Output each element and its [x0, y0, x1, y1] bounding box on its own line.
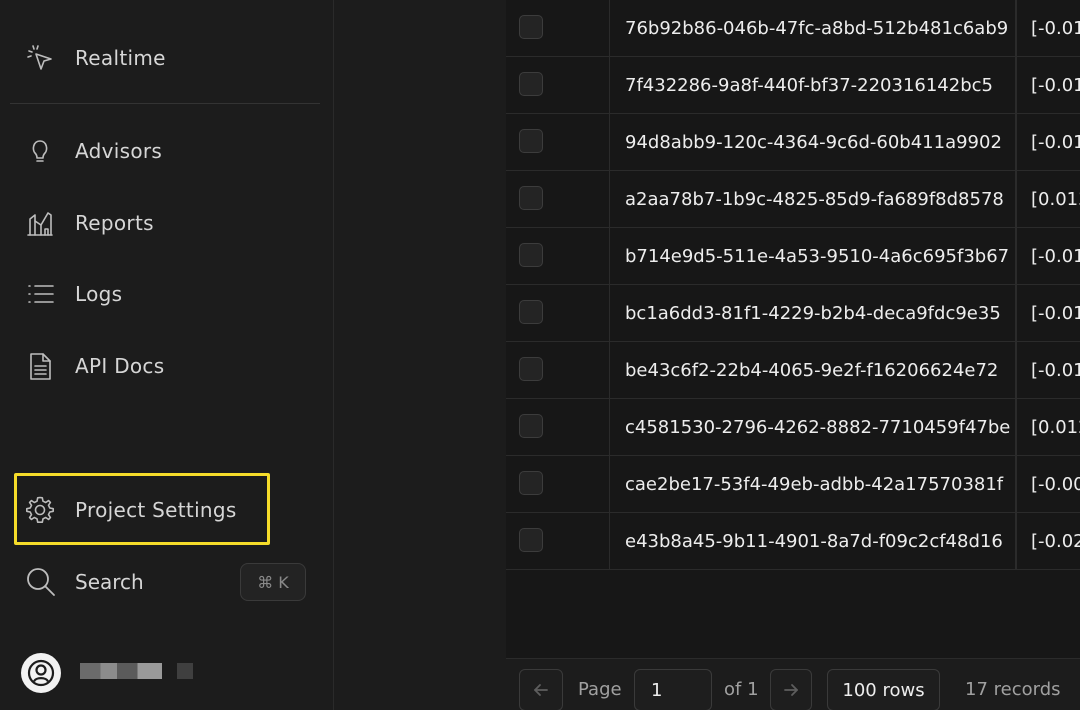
- table-row[interactable]: a2aa78b7-1b9c-4825-85d9-fa689f8d8578 [0.…: [506, 171, 1080, 228]
- sidebar-item-project-settings[interactable]: Project Settings: [24, 490, 237, 530]
- redacted-username-tail: [177, 663, 193, 679]
- id-cell[interactable]: a2aa78b7-1b9c-4825-85d9-fa689f8d8578: [611, 171, 1017, 227]
- arrow-left-icon: [534, 684, 548, 696]
- table-row[interactable]: 94d8abb9-120c-4364-9c6d-60b411a9902 [-0.…: [506, 114, 1080, 171]
- sidebar-item-reports[interactable]: Reports: [24, 203, 154, 243]
- id-cell[interactable]: b714e9d5-511e-4a53-9510-4a6c695f3b67: [611, 228, 1017, 284]
- id-cell[interactable]: c4581530-2796-4262-8882-7710459f47be: [611, 399, 1017, 455]
- search-shortcut-badge: ⌘ K: [240, 563, 306, 601]
- row-checkbox[interactable]: [519, 471, 543, 495]
- id-cell[interactable]: e43b8a45-9b11-4901-8a7d-f09c2cf48d16: [611, 513, 1017, 569]
- value-cell[interactable]: [-0.01: [1017, 57, 1080, 113]
- data-table: 76b92b86-046b-47fc-a8bd-512b481c6ab9 [-0…: [506, 0, 1080, 658]
- row-checkbox[interactable]: [519, 243, 543, 267]
- next-page-button[interactable]: [770, 669, 812, 710]
- table-row[interactable]: cae2be17-53f4-49eb-adbb-42a17570381f [-0…: [506, 456, 1080, 513]
- realtime-cursor-icon: [24, 40, 60, 76]
- sidebar-item-label: Reports: [75, 211, 154, 235]
- sidebar: Realtime Advisors Reports Logs API Docs …: [0, 0, 334, 710]
- redacted-username: [80, 663, 162, 679]
- value-cell[interactable]: [-0.02: [1017, 513, 1080, 569]
- value-cell[interactable]: [-0.01: [1017, 114, 1080, 170]
- table-row[interactable]: c4581530-2796-4262-8882-7710459f47be [0.…: [506, 399, 1080, 456]
- prev-page-button[interactable]: [519, 669, 563, 710]
- page-total-label: of 1: [724, 679, 759, 700]
- list-icon: [24, 276, 60, 312]
- sidebar-item-label: Advisors: [75, 139, 163, 163]
- id-cell[interactable]: be43c6f2-22b4-4065-9e2f-f16206624e72: [611, 342, 1017, 398]
- sidebar-item-realtime[interactable]: Realtime: [24, 38, 166, 78]
- search-icon: [24, 565, 58, 599]
- sidebar-item-logs[interactable]: Logs: [24, 274, 122, 314]
- reports-chart-icon: [24, 205, 60, 241]
- table-row[interactable]: bc1a6dd3-81f1-4229-b2b4-deca9fdc9e35 [-0…: [506, 285, 1080, 342]
- row-checkbox[interactable]: [519, 414, 543, 438]
- page-number-value: 1: [651, 679, 663, 701]
- value-cell[interactable]: [-0.01: [1017, 0, 1080, 56]
- app-root: Realtime Advisors Reports Logs API Docs …: [0, 0, 1080, 710]
- row-checkbox[interactable]: [519, 129, 543, 153]
- search-button[interactable]: Search ⌘ K: [24, 561, 306, 603]
- records-count: 17 records: [965, 679, 1061, 700]
- table-row[interactable]: 7f432286-9a8f-440f-bf37-220316142bc5 [-0…: [506, 57, 1080, 114]
- gear-icon: [24, 492, 60, 528]
- id-cell[interactable]: cae2be17-53f4-49eb-adbb-42a17570381f: [611, 456, 1017, 512]
- arrow-right-icon: [784, 684, 798, 696]
- user-icon: [27, 659, 55, 687]
- sidebar-item-label: Realtime: [75, 46, 166, 70]
- row-checkbox[interactable]: [519, 357, 543, 381]
- sidebar-item-label: Project Settings: [75, 498, 237, 522]
- page-number-input[interactable]: 1: [634, 669, 712, 710]
- id-cell[interactable]: 94d8abb9-120c-4364-9c6d-60b411a9902: [611, 114, 1017, 170]
- table-row[interactable]: e43b8a45-9b11-4901-8a7d-f09c2cf48d16 [-0…: [506, 513, 1080, 570]
- value-cell[interactable]: [-0.01: [1017, 285, 1080, 341]
- document-icon: [24, 348, 60, 384]
- sidebar-item-advisors[interactable]: Advisors: [24, 131, 162, 171]
- middle-panel: [334, 0, 507, 710]
- row-checkbox[interactable]: [519, 186, 543, 210]
- value-cell[interactable]: [-0.01: [1017, 342, 1080, 398]
- rows-per-page-label: 100 rows: [842, 679, 925, 701]
- sidebar-item-api-docs[interactable]: API Docs: [24, 346, 164, 386]
- value-cell[interactable]: [-0.00: [1017, 456, 1080, 512]
- sidebar-item-label: API Docs: [75, 354, 165, 378]
- sidebar-divider: [10, 103, 320, 104]
- sidebar-item-label: Logs: [75, 282, 123, 306]
- row-checkbox[interactable]: [519, 15, 543, 39]
- page-label: Page: [578, 679, 622, 700]
- table-row[interactable]: b714e9d5-511e-4a53-9510-4a6c695f3b67 [-0…: [506, 228, 1080, 285]
- row-checkbox[interactable]: [519, 72, 543, 96]
- id-cell[interactable]: bc1a6dd3-81f1-4229-b2b4-deca9fdc9e35: [611, 285, 1017, 341]
- search-label: Search: [75, 570, 144, 594]
- row-checkbox[interactable]: [519, 300, 543, 324]
- value-cell[interactable]: [0.012: [1017, 399, 1080, 455]
- id-cell[interactable]: 76b92b86-046b-47fc-a8bd-512b481c6ab9: [611, 0, 1017, 56]
- table-row[interactable]: be43c6f2-22b4-4065-9e2f-f16206624e72 [-0…: [506, 342, 1080, 399]
- table-row[interactable]: 76b92b86-046b-47fc-a8bd-512b481c6ab9 [-0…: [506, 0, 1080, 57]
- avatar[interactable]: [21, 653, 61, 693]
- value-cell[interactable]: [0.013: [1017, 171, 1080, 227]
- lightbulb-icon: [24, 133, 60, 169]
- rows-per-page-button[interactable]: 100 rows: [827, 669, 940, 710]
- value-cell[interactable]: [-0.01: [1017, 228, 1080, 284]
- pagination-bar: Page 1 of 1 100 rows 17 records: [506, 658, 1080, 710]
- id-cell[interactable]: 7f432286-9a8f-440f-bf37-220316142bc5: [611, 57, 1017, 113]
- row-checkbox[interactable]: [519, 528, 543, 552]
